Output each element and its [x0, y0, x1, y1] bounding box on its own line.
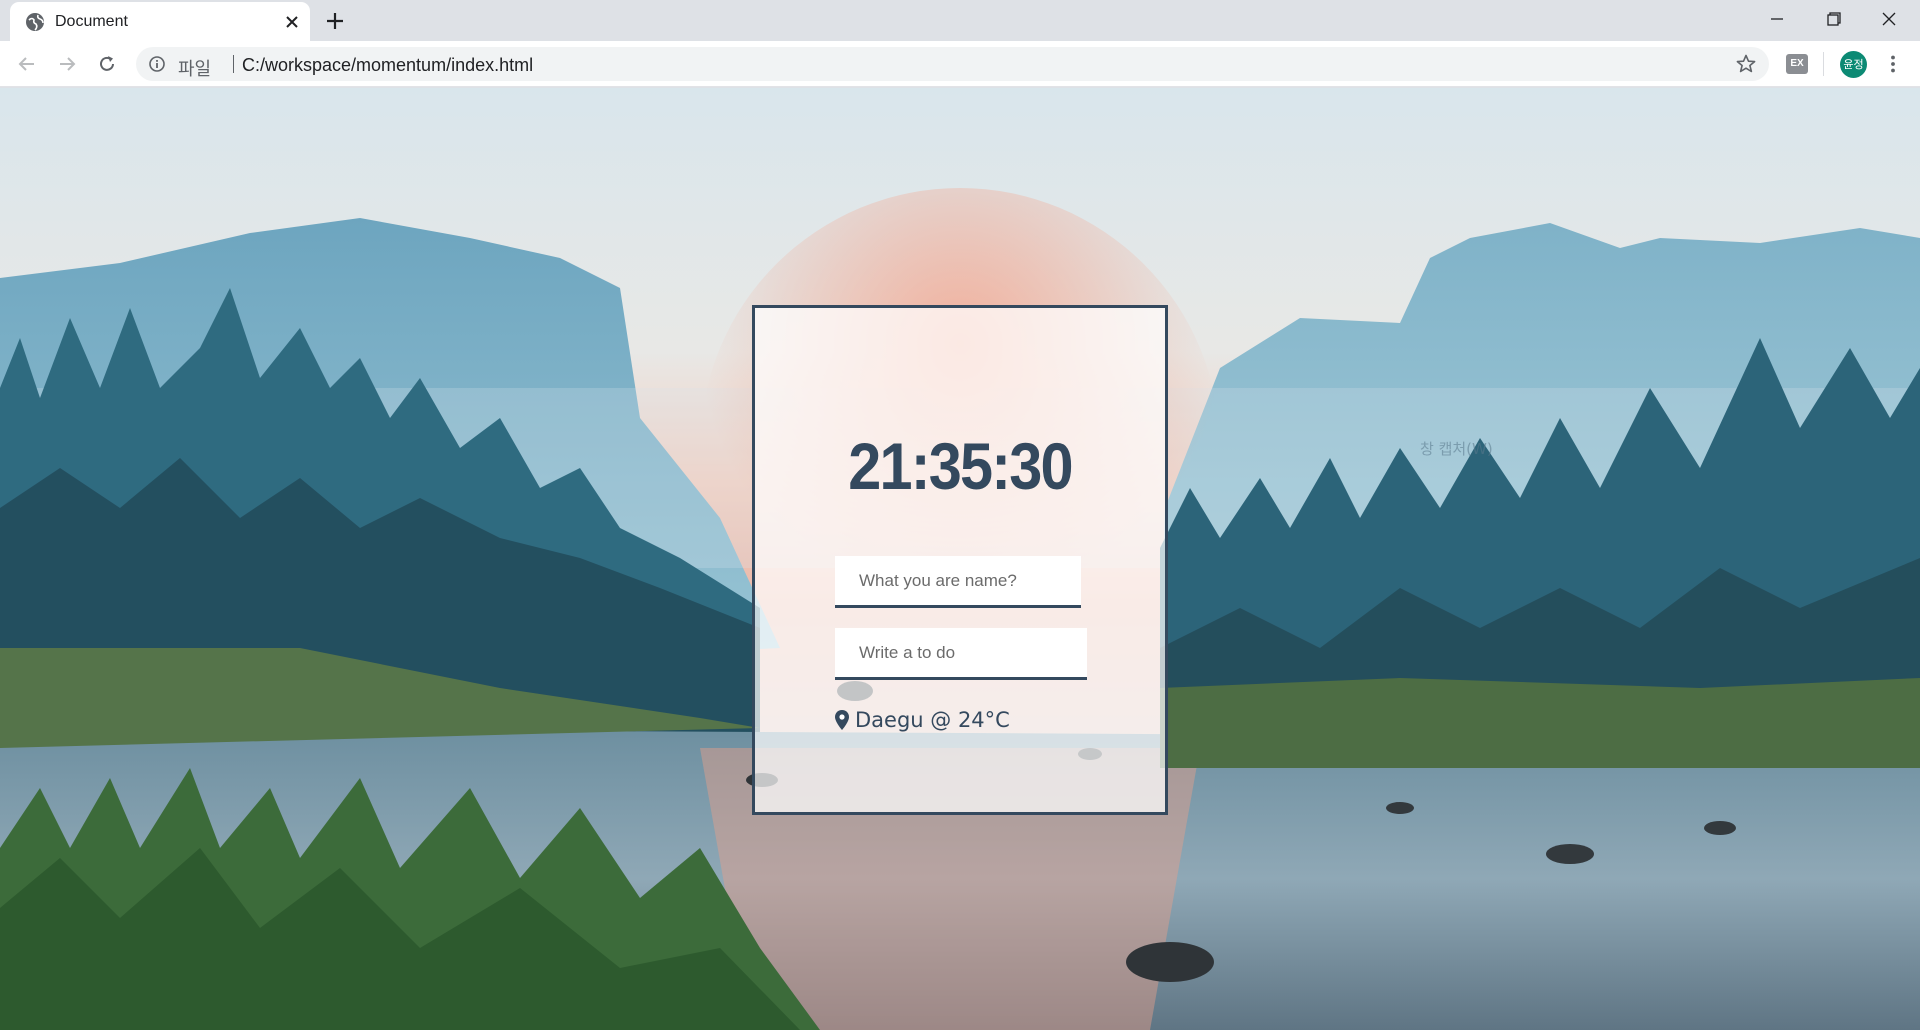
bookmark-star-icon[interactable]: [1735, 53, 1757, 75]
browser-toolbar: 파일 C:/workspace/momentum/index.html: [0, 41, 1920, 87]
clock-display: 21:35:30: [848, 429, 1073, 503]
toolbar-divider: [1823, 52, 1824, 76]
weather-text: Daegu @ 24°C: [855, 708, 1010, 732]
address-scheme: 파일: [178, 59, 212, 80]
profile-avatar[interactable]: 윤정: [1840, 51, 1867, 78]
todo-input[interactable]: [835, 628, 1087, 680]
address-bar[interactable]: 파일 C:/workspace/momentum/index.html: [136, 47, 1769, 81]
tab-title: Document: [55, 13, 128, 30]
weather-info: Daegu @ 24°C: [835, 708, 1010, 732]
page-viewport: 창 캡처(W) 21:35:30 Daegu @ 24°C: [0, 88, 1920, 1030]
minimize-icon[interactable]: [1764, 6, 1790, 32]
address-divider: [233, 55, 234, 73]
restore-icon[interactable]: [1821, 6, 1847, 32]
map-pin-icon: [835, 710, 849, 730]
momentum-card: 21:35:30 Daegu @ 24°C: [752, 305, 1168, 815]
new-tab-plus-icon[interactable]: [324, 10, 346, 32]
globe-icon: [26, 13, 44, 31]
more-menu-icon[interactable]: [1882, 53, 1904, 75]
browser-tab[interactable]: Document: [10, 2, 310, 41]
close-tab-icon[interactable]: [283, 13, 301, 31]
window-capture-watermark: 창 캡처(W): [1420, 440, 1493, 458]
address-url: C:/workspace/momentum/index.html: [242, 55, 534, 75]
forward-arrow-icon[interactable]: [54, 51, 80, 77]
close-window-icon[interactable]: [1876, 6, 1902, 32]
extension-icon[interactable]: EX: [1786, 54, 1808, 74]
back-arrow-icon[interactable]: [14, 51, 40, 77]
reload-icon[interactable]: [94, 51, 120, 77]
tab-strip: Document: [0, 0, 1920, 41]
name-input[interactable]: [835, 556, 1081, 608]
info-icon[interactable]: [148, 55, 166, 73]
